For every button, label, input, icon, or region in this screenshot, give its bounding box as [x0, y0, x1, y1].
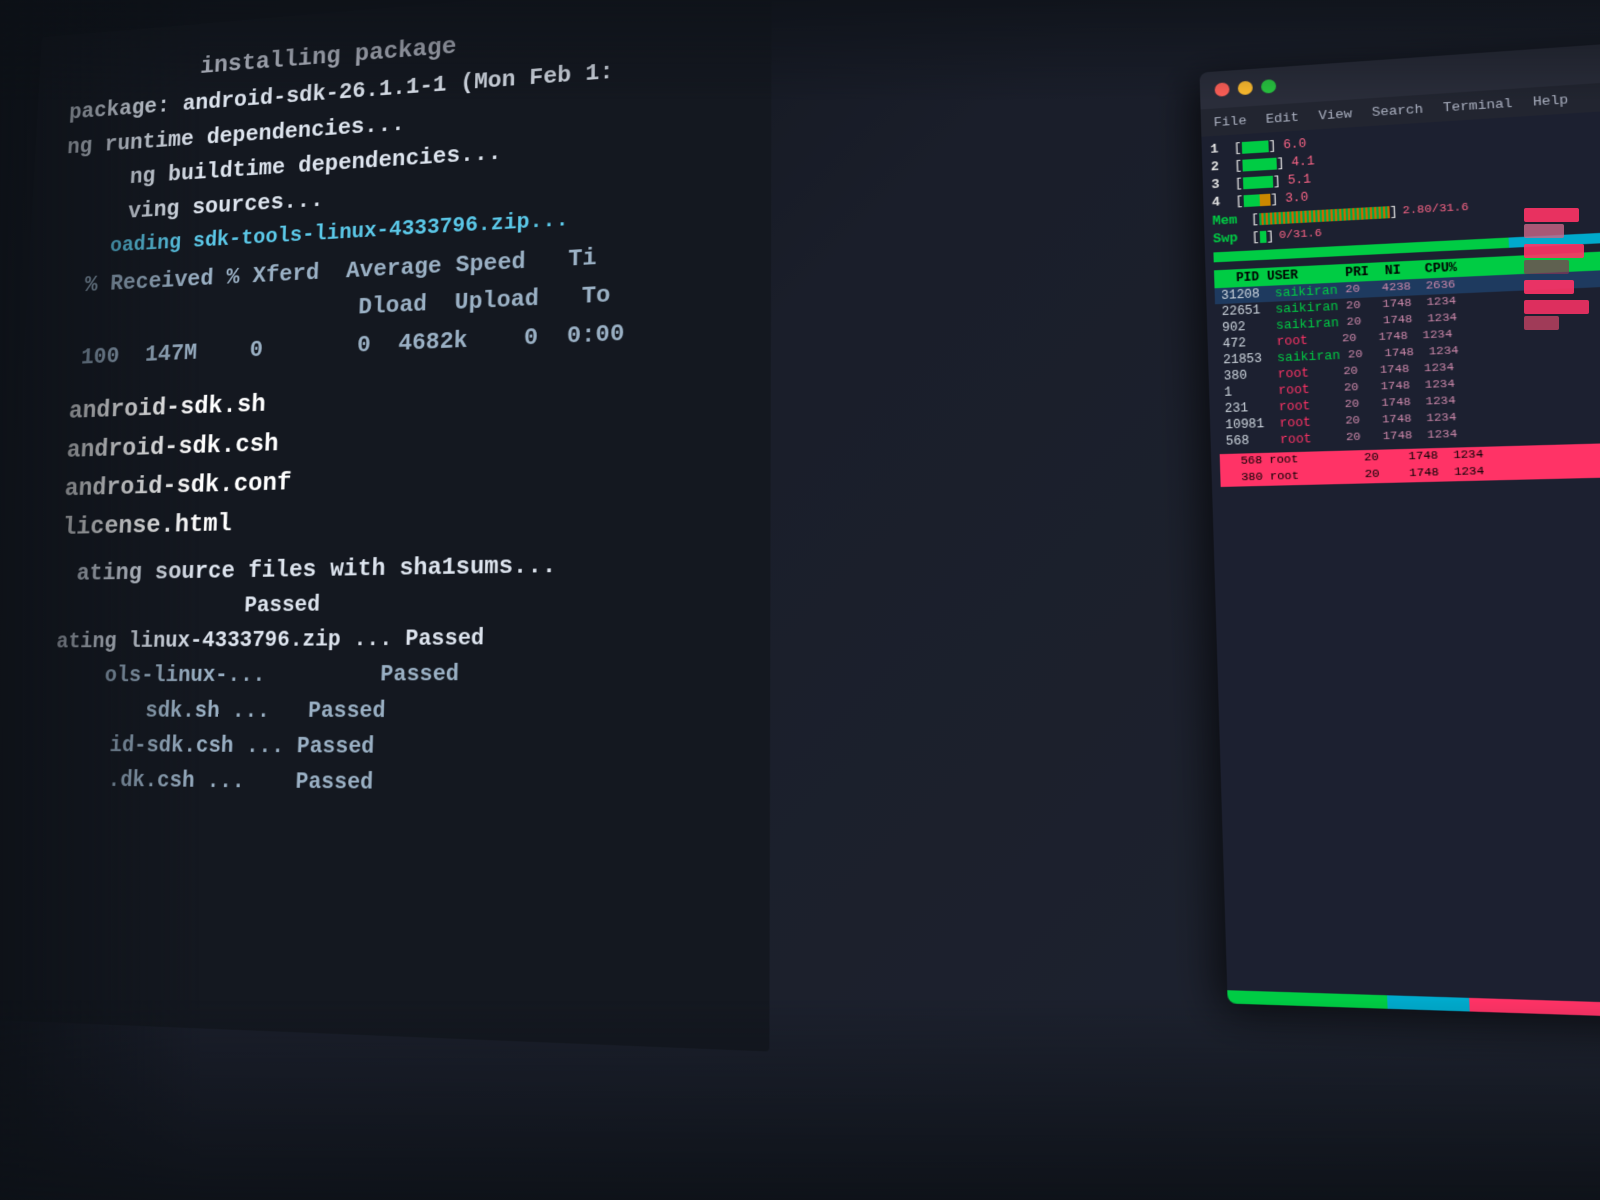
rsb-bar-dark-4 [1524, 316, 1559, 330]
term-line-1: installing package [70, 5, 734, 96]
terminal-right: File Edit View Search Terminal Help 1 [ … [1199, 40, 1600, 1020]
term-line-dk-csh: .dk.csh ... Passed [31, 763, 730, 806]
terminal-main: installing package package: android-sdk-… [0, 0, 772, 1052]
rsb-bar-pink-3 [1524, 280, 1574, 294]
bottom-bars [1227, 990, 1600, 1020]
rsb-item-4 [1524, 300, 1596, 330]
perspective-container: installing package package: android-sdk-… [45, 0, 1600, 1200]
rsb-bar-pink-1 [1524, 208, 1579, 222]
rsb-item-1 [1524, 208, 1596, 238]
rsb-bar-dark-2 [1524, 260, 1569, 274]
proc-row-pink-2: 380 root 20 1748 1234 [1220, 459, 1600, 487]
dot-green[interactable] [1261, 79, 1276, 94]
rsb-bar-pink-4 [1524, 300, 1589, 314]
dot-red[interactable] [1215, 82, 1230, 97]
rsb-item-2 [1524, 244, 1596, 274]
dot-yellow[interactable] [1238, 81, 1253, 96]
rsb-bar-pink-2 [1524, 244, 1584, 258]
bbar-green [1227, 990, 1387, 1009]
right-sidebar-bars [1520, 200, 1600, 338]
term-line-zip: ating linux-4333796.zip ... Passed [39, 619, 731, 660]
bbar-cyan [1387, 995, 1470, 1011]
scene: installing package package: android-sdk-… [0, 0, 1600, 1200]
rsb-bar-mauve-1 [1524, 224, 1564, 238]
bbar-pink [1469, 998, 1600, 1020]
rsb-item-3 [1524, 280, 1596, 294]
